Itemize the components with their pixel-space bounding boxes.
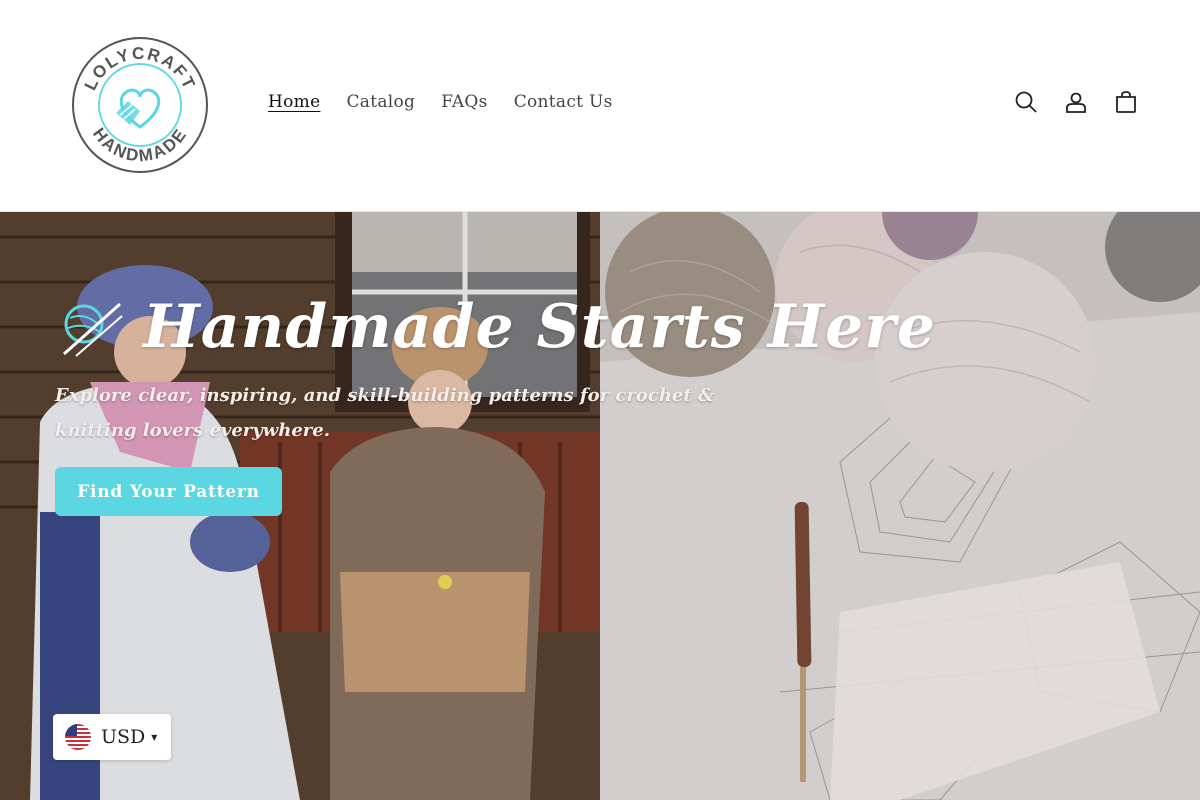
nav-contact-us[interactable]: Contact Us — [514, 92, 613, 112]
chevron-down-icon: ▾ — [151, 730, 158, 744]
main-nav: Home Catalog FAQs Contact Us — [268, 92, 613, 112]
cart-icon[interactable] — [1112, 88, 1140, 116]
find-your-pattern-button[interactable]: Find Your Pattern — [55, 467, 282, 516]
nav-home[interactable]: Home — [268, 92, 320, 112]
account-icon[interactable] — [1062, 88, 1090, 116]
hero-subtitle: Explore clear, inspiring, and skill-buil… — [55, 385, 715, 441]
site-header: LOLYCRAFT HANDMADE Home Catalog FAQs Con… — [0, 0, 1200, 212]
nav-faqs[interactable]: FAQs — [441, 92, 487, 112]
logo[interactable]: LOLYCRAFT HANDMADE — [70, 35, 210, 175]
yarn-hook-icon — [56, 294, 126, 360]
hero-title: Handmade Starts Here — [143, 292, 937, 362]
us-flag-icon — [65, 724, 91, 750]
currency-code: USD — [101, 726, 146, 748]
search-icon[interactable] — [1012, 88, 1040, 116]
header-icons — [1012, 88, 1140, 116]
currency-selector[interactable]: USD ▾ — [53, 714, 171, 760]
logo-badge-icon: LOLYCRAFT HANDMADE — [72, 37, 208, 173]
nav-catalog[interactable]: Catalog — [346, 92, 415, 112]
